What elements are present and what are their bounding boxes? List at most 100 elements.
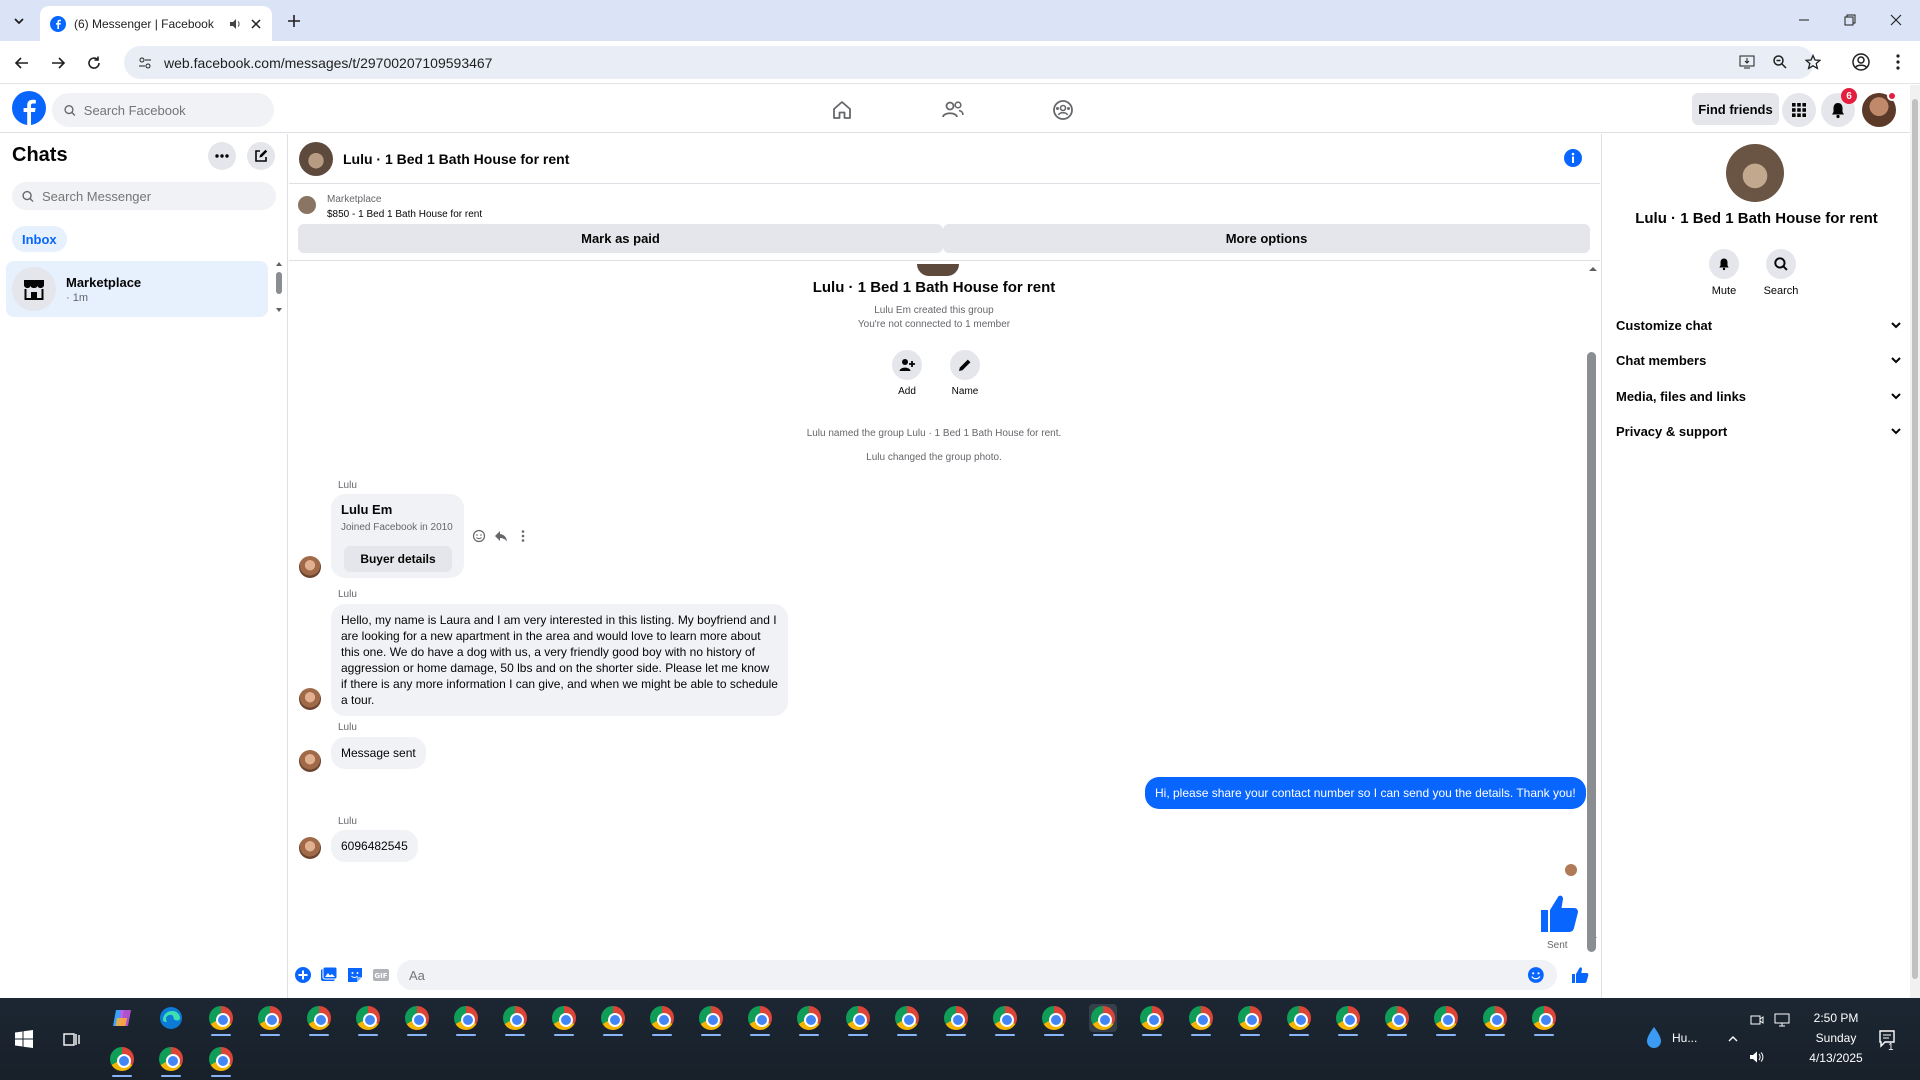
bookmark-star-icon[interactable]: [1802, 51, 1824, 73]
volume-icon[interactable]: [1743, 1043, 1771, 1071]
chrome-taskbar-icon[interactable]: [795, 1004, 823, 1036]
menu-grid-button[interactable]: [1782, 93, 1816, 127]
message-input[interactable]: [409, 967, 1528, 983]
close-tab-icon[interactable]: [250, 18, 262, 30]
edge-browser-icon[interactable]: [157, 1004, 185, 1032]
attach-photo-icon[interactable]: [320, 966, 338, 984]
sender-avatar[interactable]: [299, 837, 321, 859]
browser-tab-messenger[interactable]: (6) Messenger | Facebook: [40, 6, 272, 41]
site-info-icon[interactable]: [138, 56, 152, 70]
facebook-search-input[interactable]: [83, 102, 274, 118]
privacy-support-section[interactable]: Privacy & support: [1616, 417, 1902, 445]
zoom-icon[interactable]: [1769, 51, 1791, 73]
chrome-taskbar-icon[interactable]: [207, 1045, 235, 1077]
sticker-icon[interactable]: [346, 966, 364, 984]
notifications-button[interactable]: 6: [1821, 88, 1857, 127]
group-avatar[interactable]: [299, 141, 333, 176]
chrome-taskbar-icon[interactable]: [452, 1004, 480, 1036]
chrome-taskbar-icon[interactable]: [207, 1004, 235, 1036]
facebook-search[interactable]: [52, 93, 274, 127]
chrome-taskbar-icon[interactable]: [1530, 1004, 1558, 1036]
chats-options-button[interactable]: [208, 142, 236, 170]
mute-action[interactable]: Mute: [1699, 249, 1749, 297]
chrome-taskbar-icon[interactable]: [648, 1004, 676, 1036]
conversation-title[interactable]: Lulu · 1 Bed 1 Bath House for rent: [343, 151, 569, 167]
chrome-taskbar-icon[interactable]: [550, 1004, 578, 1036]
messenger-search[interactable]: [12, 182, 276, 210]
close-window-icon[interactable]: [1881, 8, 1911, 32]
home-icon[interactable]: [829, 97, 855, 123]
back-arrow-icon[interactable]: [10, 51, 34, 75]
browser-profile-icon[interactable]: [1850, 51, 1872, 73]
emoji-icon[interactable]: [1527, 966, 1545, 984]
chrome-taskbar-icon[interactable]: [1383, 1004, 1411, 1036]
search-in-conversation-action[interactable]: Search: [1756, 249, 1806, 297]
clock-day[interactable]: Sunday: [1800, 1031, 1872, 1045]
chrome-taskbar-icon[interactable]: [1236, 1004, 1264, 1036]
media-files-links-section[interactable]: Media, files and links: [1616, 382, 1902, 410]
audio-playing-icon[interactable]: [228, 17, 242, 31]
message-input-box[interactable]: [397, 960, 1557, 990]
chrome-taskbar-icon[interactable]: [1138, 1004, 1166, 1036]
weather-drop-icon[interactable]: [1640, 1024, 1668, 1052]
react-emoji-icon[interactable]: [472, 529, 486, 543]
groups-icon[interactable]: [1050, 97, 1076, 123]
name-group-action[interactable]: Name: [935, 350, 995, 397]
chrome-taskbar-icon-active[interactable]: [1089, 1004, 1117, 1036]
chats-scrollbar[interactable]: [274, 260, 284, 314]
customize-chat-section[interactable]: Customize chat: [1616, 311, 1902, 339]
friends-icon[interactable]: [940, 97, 966, 123]
facebook-logo-icon[interactable]: [12, 91, 46, 125]
group-photo[interactable]: [1726, 144, 1784, 202]
chat-members-section[interactable]: Chat members: [1616, 346, 1902, 374]
messenger-search-input[interactable]: [41, 188, 276, 204]
chrome-taskbar-icon[interactable]: [1432, 1004, 1460, 1036]
profile-avatar[interactable]: [1862, 91, 1897, 127]
chrome-taskbar-icon[interactable]: [844, 1004, 872, 1036]
sender-avatar[interactable]: [299, 750, 321, 772]
chrome-taskbar-icon[interactable]: [893, 1004, 921, 1036]
windows-start-icon[interactable]: [10, 1025, 38, 1053]
clock-time[interactable]: 2:50 PM: [1800, 1011, 1872, 1025]
chrome-taskbar-icon[interactable]: [108, 1045, 136, 1077]
weather-text[interactable]: Hu...: [1672, 1031, 1697, 1045]
send-like-icon[interactable]: [1571, 966, 1589, 984]
tab-search-chevron-icon[interactable]: [8, 10, 30, 32]
chrome-taskbar-icon[interactable]: [305, 1004, 333, 1036]
forward-arrow-icon[interactable]: [46, 51, 70, 75]
conversation-scroll-thumb[interactable]: [1587, 352, 1596, 952]
sender-avatar[interactable]: [299, 556, 321, 578]
install-app-icon[interactable]: [1736, 51, 1758, 73]
reply-arrow-icon[interactable]: [494, 529, 508, 543]
chrome-taskbar-icon[interactable]: [256, 1004, 284, 1036]
buyer-details-button[interactable]: Buyer details: [344, 546, 452, 572]
address-bar[interactable]: web.facebook.com/messages/t/297002071095…: [124, 46, 1814, 79]
mark-as-paid-button[interactable]: Mark as paid: [298, 224, 943, 253]
chrome-taskbar-icon[interactable]: [1040, 1004, 1068, 1036]
chrome-taskbar-icon[interactable]: [1285, 1004, 1313, 1036]
reload-icon[interactable]: [82, 51, 106, 75]
chrome-taskbar-icon[interactable]: [157, 1045, 185, 1077]
chrome-taskbar-icon[interactable]: [991, 1004, 1019, 1036]
chrome-taskbar-icon[interactable]: [354, 1004, 382, 1036]
chrome-taskbar-icon[interactable]: [1187, 1004, 1215, 1036]
new-tab-plus-icon[interactable]: [283, 10, 305, 32]
clock-date[interactable]: 4/13/2025: [1800, 1051, 1872, 1065]
copilot-icon[interactable]: [108, 1004, 136, 1032]
inbox-filter-tab[interactable]: Inbox: [12, 226, 67, 252]
listing-thumbnail[interactable]: [298, 196, 316, 214]
listing-title[interactable]: $850 - 1 Bed 1 Bath House for rent: [327, 209, 482, 220]
add-member-action[interactable]: Add: [877, 350, 937, 397]
more-actions-plus-icon[interactable]: [294, 966, 312, 984]
chrome-taskbar-icon[interactable]: [1481, 1004, 1509, 1036]
chrome-taskbar-icon[interactable]: [599, 1004, 627, 1036]
page-scroll-thumb[interactable]: [1912, 99, 1918, 979]
task-view-icon[interactable]: [58, 1025, 86, 1053]
restore-window-icon[interactable]: [1835, 8, 1865, 32]
chrome-taskbar-icon[interactable]: [403, 1004, 431, 1036]
more-options-button[interactable]: More options: [943, 224, 1590, 253]
new-message-button[interactable]: [247, 142, 275, 170]
sender-avatar[interactable]: [299, 688, 321, 710]
network-icon[interactable]: [1768, 1006, 1796, 1034]
chrome-taskbar-icon[interactable]: [746, 1004, 774, 1036]
